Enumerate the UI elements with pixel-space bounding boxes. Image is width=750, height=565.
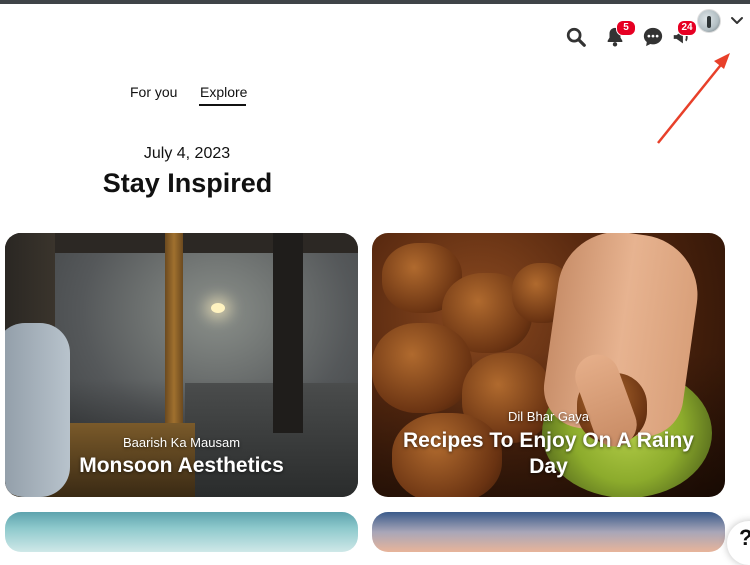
top-strip (0, 0, 750, 4)
card-monsoon-aesthetics[interactable]: Baarish Ka Mausam Monsoon Aesthetics (5, 233, 358, 497)
card-subtitle: Baarish Ka Mausam (122, 435, 241, 450)
search-icon[interactable] (565, 26, 587, 48)
notifications-button[interactable]: 5 (604, 20, 636, 48)
card-sky[interactable] (372, 512, 725, 552)
card-rainy-day-recipes[interactable]: Dil Bhar Gaya Recipes To Enjoy On A Rain… (372, 233, 725, 497)
chevron-down-icon[interactable] (729, 12, 745, 28)
card-subtitle: Dil Bhar Gaya (508, 409, 589, 424)
card-title: Monsoon Aesthetics (79, 454, 284, 477)
messages-badge: 24 (677, 20, 697, 36)
card-ocean[interactable] (5, 512, 358, 552)
help-button[interactable]: ? (727, 521, 750, 565)
card-title: Recipes To Enjoy On A Rainy Day (403, 429, 694, 478)
annotation-arrow (657, 53, 730, 144)
active-tab-indicator (199, 104, 246, 106)
notifications-badge: 5 (616, 20, 636, 36)
tab-explore[interactable]: Explore (200, 84, 247, 100)
avatar[interactable] (697, 9, 721, 33)
tab-for-you[interactable]: For you (130, 84, 177, 100)
page-date: July 4, 2023 (143, 145, 231, 162)
page-title: Stay Inspired (102, 168, 273, 198)
